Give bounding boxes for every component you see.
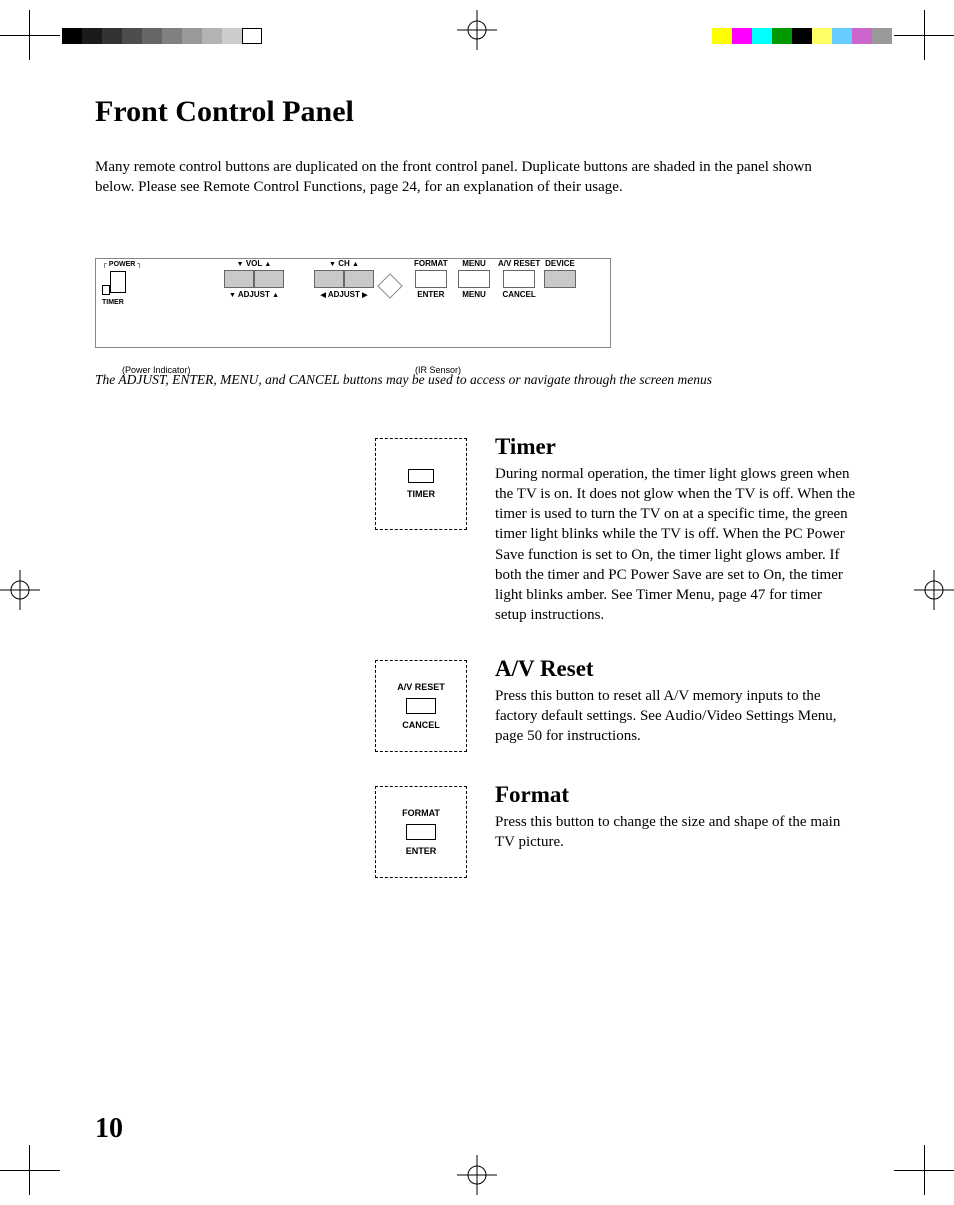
power-indicator-sublabel: (Power Indicator) — [122, 365, 191, 375]
registration-cross-top — [457, 10, 497, 50]
ir-sensor-icon — [377, 273, 402, 298]
cutout-0: TIMER — [375, 438, 467, 530]
page-title: Front Control Panel — [95, 95, 855, 129]
ch-label: CH — [338, 259, 350, 268]
cutout-bottom-label: CANCEL — [402, 720, 440, 730]
section-0: TIMERTimerDuring normal operation, the t… — [375, 438, 855, 626]
crop-mark-bl — [0, 1145, 60, 1195]
color-swatches — [712, 28, 892, 44]
button-icon — [406, 698, 436, 714]
grayscale-swatches — [62, 28, 262, 44]
cutout-1: A/V RESET CANCEL — [375, 660, 467, 752]
power-indicator-icon — [102, 285, 110, 295]
menu2-label: MENU — [462, 290, 486, 299]
device-label: DEVICE — [545, 259, 575, 268]
crop-mark-br — [894, 1145, 954, 1195]
cancel-label: CANCEL — [502, 290, 535, 299]
avreset-label: A/V RESET — [498, 259, 540, 268]
crop-mark-tl — [0, 10, 60, 60]
adjust-h-label: ADJUST — [328, 290, 360, 299]
section-body-text: During normal operation, the timer light… — [495, 464, 855, 626]
front-panel-diagram: ┌ POWER ┐ TIMER ▼ VOL ▲ ▼ ADJUST ▲ ▼ CH … — [95, 258, 611, 348]
cutout-2: FORMAT ENTER — [375, 786, 467, 878]
vol-label: VOL — [246, 259, 262, 268]
section-heading: Timer — [495, 434, 855, 460]
registration-cross-bottom — [457, 1155, 497, 1195]
section-2: FORMATENTERFormatPress this button to ch… — [375, 786, 855, 878]
section-heading: Format — [495, 782, 855, 808]
cutout-bottom-label: ENTER — [406, 846, 437, 856]
registration-cross-left — [0, 570, 40, 610]
format-label: FORMAT — [414, 259, 448, 268]
crop-mark-tr — [894, 10, 954, 60]
button-icon — [406, 824, 436, 840]
section-body-text: Press this button to reset all A/V memor… — [495, 686, 855, 747]
intro-text: Many remote control buttons are duplicat… — [95, 157, 855, 198]
led-icon — [408, 469, 434, 483]
ir-sensor-sublabel: (IR Sensor) — [415, 365, 461, 375]
power-label: POWER — [109, 261, 135, 268]
enter-label: ENTER — [417, 290, 444, 299]
section-1: A/V RESETCANCELA/V ResetPress this butto… — [375, 660, 855, 752]
timer-label: TIMER — [102, 299, 124, 306]
diagram-caption: The ADJUST, ENTER, MENU, and CANCEL butt… — [95, 372, 855, 388]
section-body-text: Press this button to change the size and… — [495, 812, 855, 853]
power-button-icon — [110, 271, 126, 293]
section-heading: A/V Reset — [495, 656, 855, 682]
menu-label: MENU — [462, 259, 486, 268]
registration-cross-right — [914, 570, 954, 610]
page-number: 10 — [95, 1113, 123, 1145]
adjust-v-label: ADJUST — [238, 290, 270, 299]
cutout-top-label: FORMAT — [402, 808, 440, 818]
cutout-top-label: A/V RESET — [397, 682, 445, 692]
cutout-bottom-label: TIMER — [407, 489, 435, 499]
